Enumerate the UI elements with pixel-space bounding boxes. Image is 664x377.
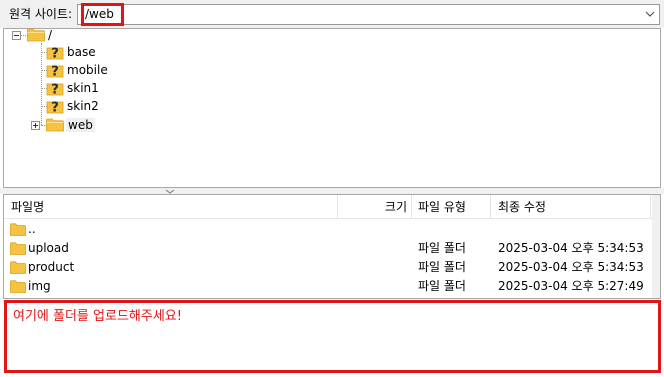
unknown-folder-icon: ?	[46, 62, 64, 78]
chevron-down-icon[interactable]	[644, 8, 656, 20]
upload-instruction: 여기에 폴더를 업로드해주세요!	[13, 309, 182, 324]
tree-item-label: mobile	[67, 63, 108, 77]
tree-item-label: skin1	[67, 81, 99, 95]
table-row[interactable]: img 파일 폴더 2025-03-04 오후 5:27:49	[4, 277, 659, 296]
table-row[interactable]: upload 파일 폴더 2025-03-04 오후 5:34:53	[4, 239, 659, 258]
table-row-parent[interactable]: ..	[4, 220, 654, 239]
tree-item-label: /	[48, 28, 53, 42]
tree-item-label: skin2	[67, 99, 99, 113]
file-modified: 2025-03-04 오후 5:27:49	[498, 279, 644, 293]
svg-text:?: ?	[51, 65, 59, 79]
expand-toggle-icon[interactable]	[31, 121, 40, 130]
tree-item-mobile[interactable]: ? mobile	[44, 61, 164, 79]
file-type: 파일 폴더	[418, 241, 466, 255]
file-name: upload	[28, 241, 69, 255]
folder-icon	[10, 261, 26, 274]
path-highlight-box	[81, 3, 124, 26]
tree-item-root[interactable]: /	[4, 26, 204, 44]
file-type: 파일 폴더	[418, 260, 466, 274]
remote-directory-tree[interactable]: / ? base ? mobile ? skin1 ? skin2 web	[3, 28, 661, 188]
unknown-folder-icon: ?	[46, 98, 64, 114]
collapse-toggle-icon[interactable]	[12, 31, 21, 40]
file-name: ..	[28, 222, 36, 236]
tree-item-base[interactable]: ? base	[44, 43, 164, 61]
tree-item-skin2[interactable]: ? skin2	[44, 97, 164, 115]
svg-text:?: ?	[51, 101, 59, 115]
tree-item-label: web	[66, 118, 95, 132]
file-type: 파일 폴더	[418, 279, 466, 293]
tree-item-web[interactable]: web	[30, 116, 170, 134]
tree-connector	[41, 43, 42, 125]
remote-site-label: 원격 사이트:	[9, 7, 73, 21]
folder-icon	[46, 118, 64, 132]
file-name: img	[28, 279, 51, 293]
remote-file-list[interactable]: 파일명 크기 파일 유형 최종 수정 .. upload 파일 폴더 2025-…	[3, 194, 661, 299]
column-header-type[interactable]: 파일 유형	[412, 195, 491, 219]
tree-item-label: base	[67, 45, 96, 59]
file-modified: 2025-03-04 오후 5:34:53	[498, 260, 644, 274]
upload-drop-area[interactable]: 여기에 폴더를 업로드해주세요!	[4, 300, 661, 373]
vertical-scrollbar[interactable]	[652, 195, 660, 298]
folder-icon	[27, 28, 45, 42]
column-header-name[interactable]: 파일명	[4, 195, 338, 219]
table-row[interactable]: product 파일 폴더 2025-03-04 오후 5:34:53	[4, 258, 659, 277]
folder-icon	[10, 280, 26, 293]
file-name: product	[28, 260, 75, 274]
remote-path-combobox[interactable]: /web	[77, 4, 660, 25]
svg-text:?: ?	[51, 47, 59, 61]
folder-icon	[10, 242, 26, 255]
column-header-modified[interactable]: 최종 수정	[491, 195, 651, 219]
svg-text:?: ?	[51, 83, 59, 97]
column-header-size[interactable]: 크기	[338, 195, 412, 219]
unknown-folder-icon: ?	[46, 80, 64, 96]
tree-item-skin1[interactable]: ? skin1	[44, 79, 164, 97]
folder-icon	[10, 223, 26, 236]
unknown-folder-icon: ?	[46, 44, 64, 60]
file-modified: 2025-03-04 오후 5:34:53	[498, 241, 644, 255]
file-list-header: 파일명 크기 파일 유형 최종 수정	[4, 195, 654, 219]
